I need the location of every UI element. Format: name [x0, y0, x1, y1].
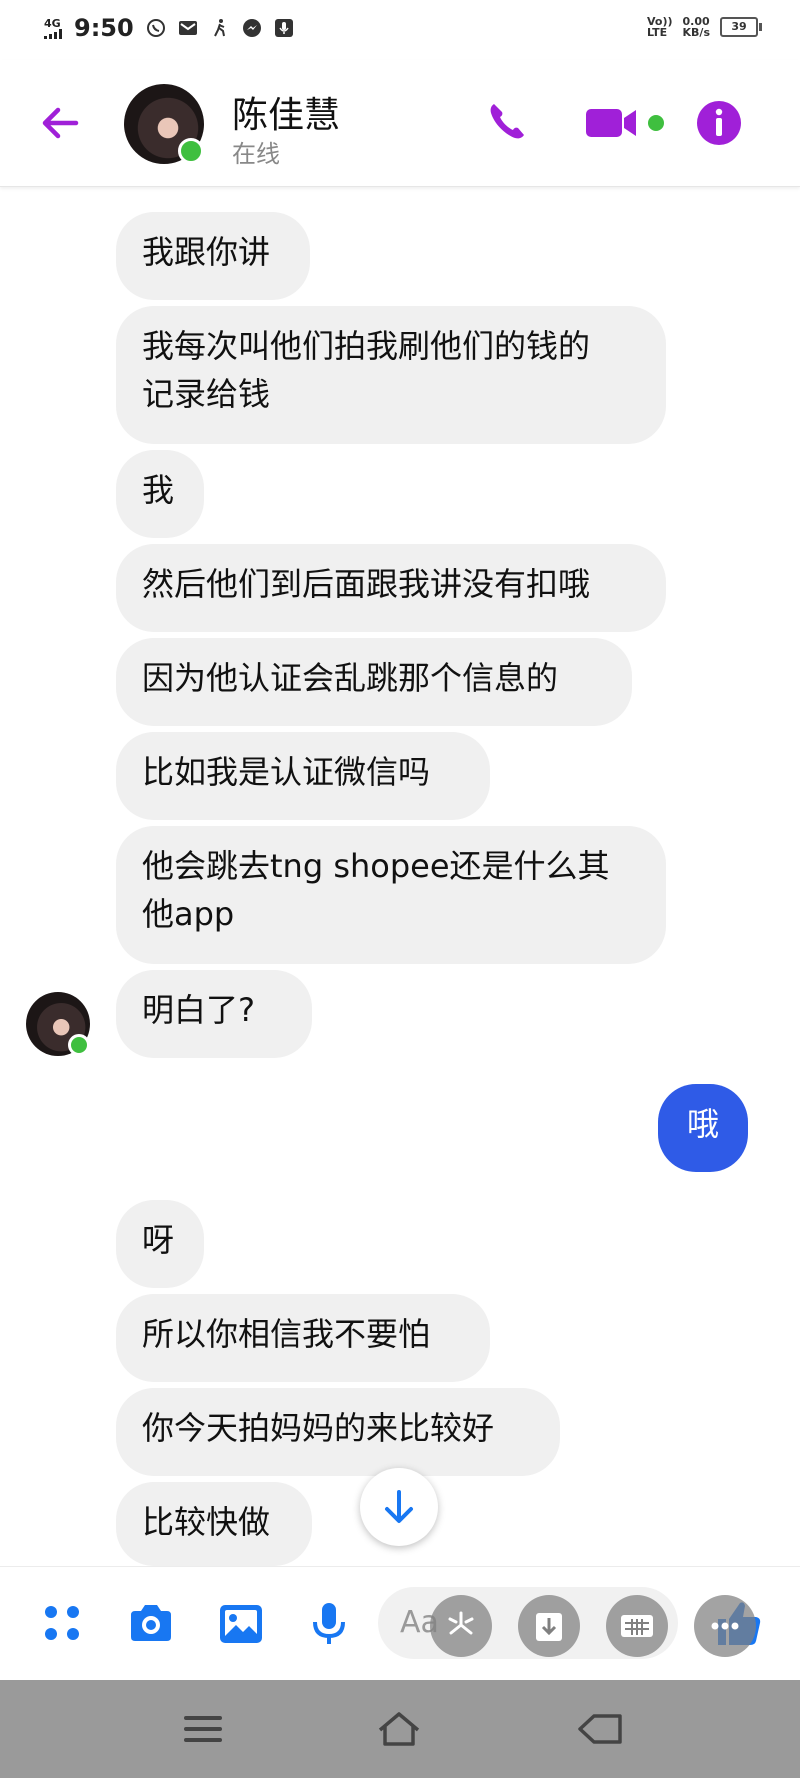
recent-apps-icon[interactable] — [178, 1706, 228, 1752]
message-bubble[interactable]: 然后他们到后面跟我讲没有扣哦 — [116, 544, 666, 632]
my-message-bubble[interactable]: 哦 — [658, 1084, 748, 1172]
home-icon[interactable] — [374, 1706, 424, 1752]
contact-name[interactable]: 陈佳慧 — [232, 86, 340, 138]
online-indicator — [68, 1034, 90, 1056]
message-bubble[interactable]: 呀 — [116, 1200, 204, 1288]
message-bubble[interactable]: 明白了? — [116, 970, 312, 1058]
voice-recorder-icon — [274, 19, 293, 37]
back-arrow-icon[interactable] — [36, 98, 86, 148]
floating-more-button[interactable] — [694, 1595, 756, 1657]
floating-download-button[interactable] — [518, 1595, 580, 1657]
online-indicator — [178, 138, 204, 164]
message-bubble[interactable]: 我 — [116, 450, 204, 538]
composer-bar: Aa — [0, 1566, 800, 1681]
system-nav-bar — [0, 1680, 800, 1778]
back-icon[interactable] — [576, 1706, 626, 1752]
message-bubble[interactable]: 我跟你讲 — [116, 212, 310, 300]
video-active-dot — [648, 115, 664, 131]
battery-level: 39 — [731, 20, 747, 33]
data-speed: 0.00 KB/s — [683, 16, 710, 38]
download-icon — [536, 1613, 562, 1641]
lte-label: LTE — [646, 26, 668, 39]
more-dots-icon — [711, 1622, 739, 1630]
network-type: 4G — [44, 16, 61, 30]
data-speed-unit: KB/s — [682, 26, 710, 39]
floating-tool-button[interactable] — [430, 1595, 492, 1657]
chat-header: 陈佳慧 在线 — [0, 60, 800, 187]
sparkle-icon — [448, 1611, 474, 1635]
network-indicator: 4G — [44, 18, 62, 39]
message-bubble[interactable]: 他会跳去tng shopee还是什么其 他app — [116, 826, 666, 964]
video-call-icon[interactable] — [584, 98, 646, 148]
message-bubble[interactable]: 比较快做 — [116, 1482, 312, 1566]
message-bubble[interactable]: 所以你相信我不要怕 — [116, 1294, 490, 1382]
floating-keyboard-button[interactable] — [606, 1595, 668, 1657]
gallery-icon[interactable] — [216, 1599, 266, 1649]
volte-indicator: Vo)) LTE — [647, 16, 673, 38]
menu-dots-icon[interactable] — [38, 1599, 88, 1649]
message-bubble[interactable]: 我每次叫他们拍我刷他们的钱的 记录给钱 — [116, 306, 666, 444]
messenger-icon — [242, 19, 261, 37]
status-bar: 4G 9:50 Vo)) LTE 0.00 KB/s 39 — [0, 0, 800, 60]
microphone-icon[interactable] — [304, 1599, 354, 1649]
contact-status: 在线 — [232, 140, 280, 168]
message-bubble[interactable]: 因为他认证会乱跳那个信息的 — [116, 638, 632, 726]
camera-icon[interactable] — [126, 1599, 176, 1649]
info-icon[interactable] — [694, 98, 744, 148]
battery-icon: 39 — [720, 17, 762, 37]
keyboard-icon — [621, 1615, 653, 1637]
signal-icon — [44, 28, 62, 39]
message-bubble[interactable]: 你今天拍妈妈的来比较好 — [116, 1388, 560, 1476]
status-bar-left: 4G 9:50 — [44, 14, 294, 42]
status-time: 9:50 — [74, 14, 134, 42]
walking-icon — [213, 19, 225, 37]
phone-icon[interactable] — [482, 98, 532, 148]
arrow-down-icon — [385, 1490, 413, 1523]
mail-icon — [178, 21, 197, 35]
status-bar-right: Vo)) LTE 0.00 KB/s 39 — [647, 16, 762, 38]
whatsapp-icon — [146, 19, 165, 37]
message-bubble[interactable]: 比如我是认证微信吗 — [116, 732, 490, 820]
scroll-to-bottom-button[interactable] — [360, 1468, 438, 1546]
